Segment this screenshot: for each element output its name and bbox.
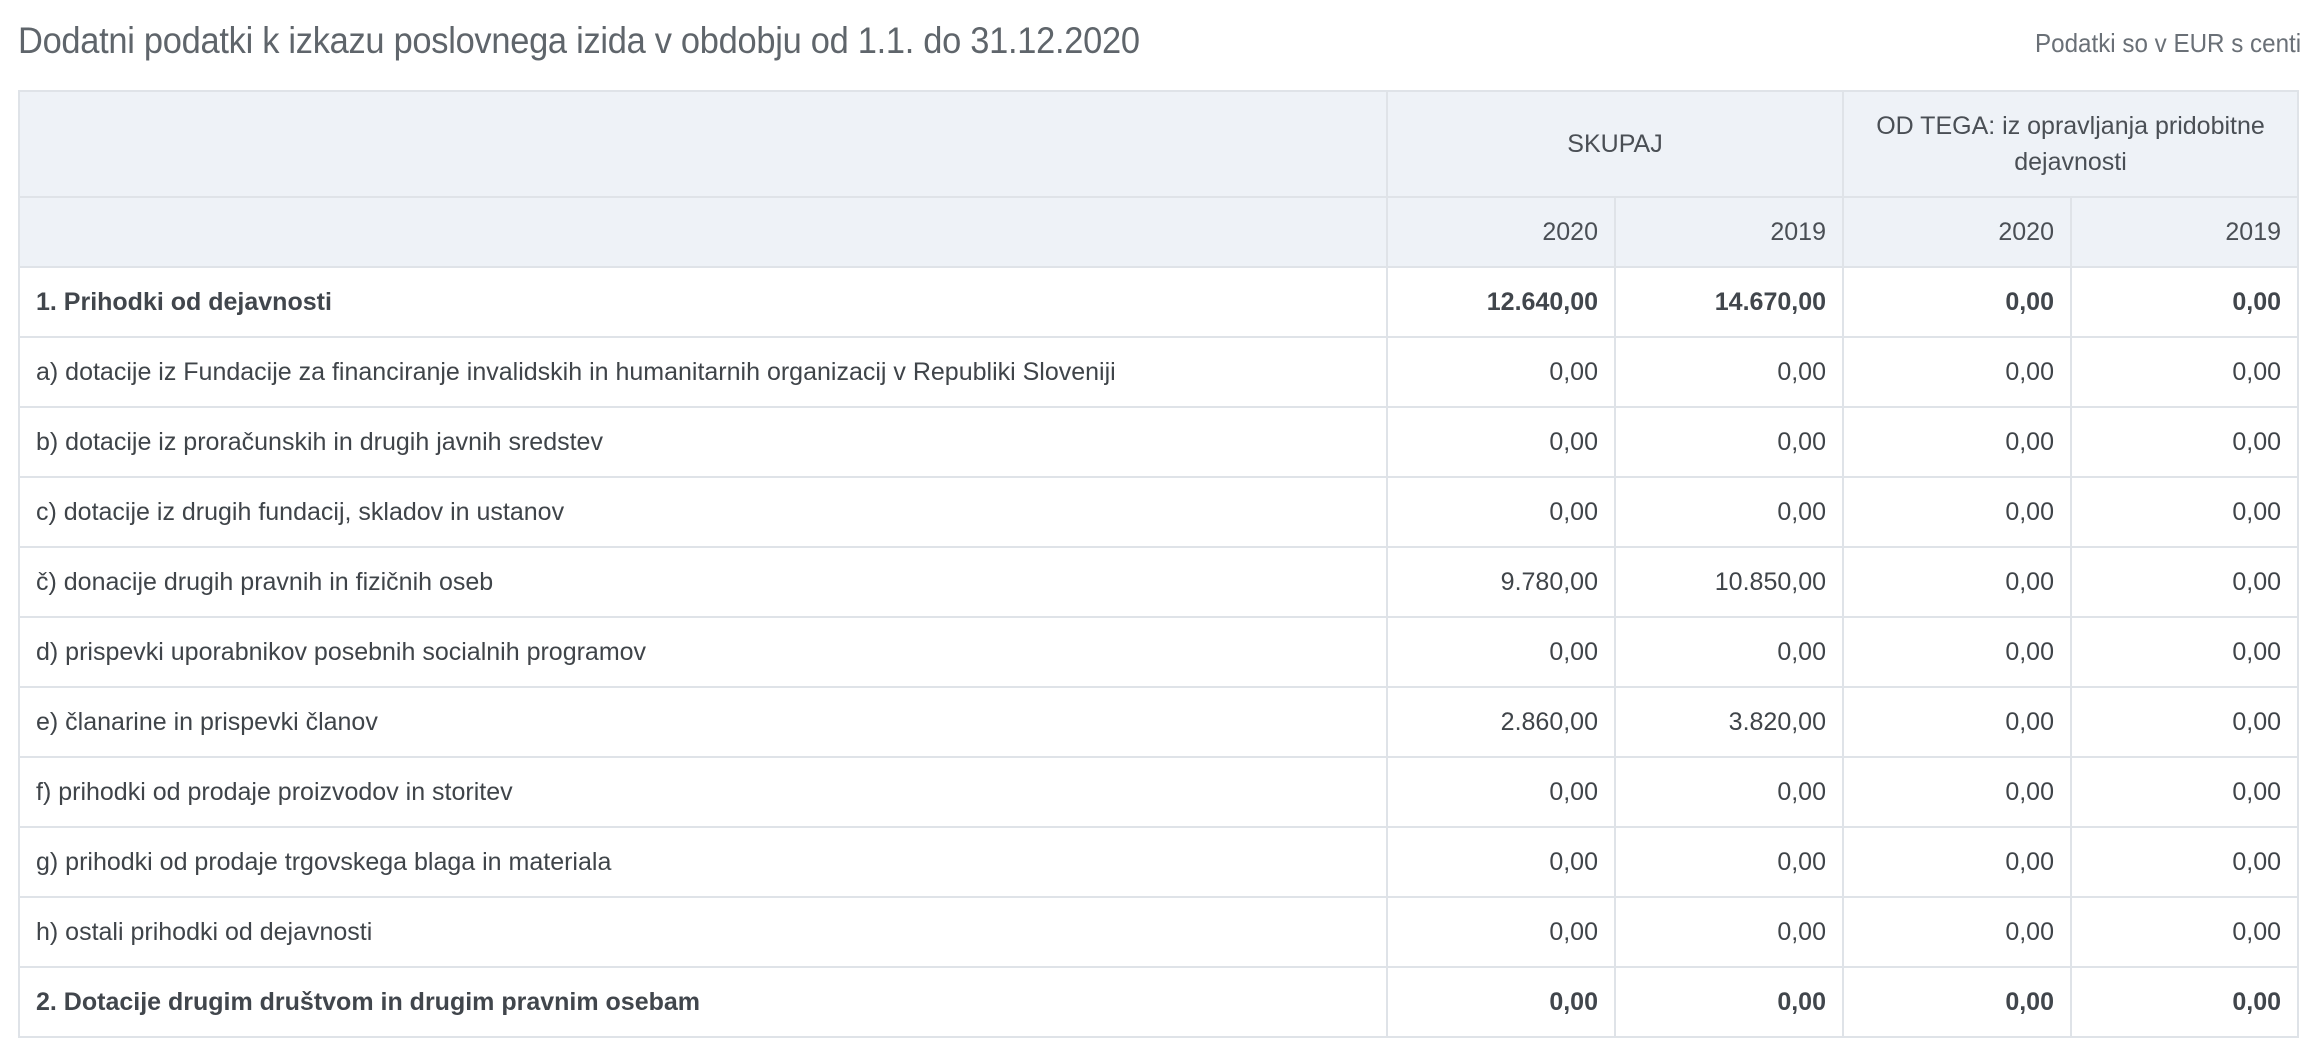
row-label: č) donacije drugih pravnih in fizičnih o… [18,546,1388,618]
row-label: f) prihodki od prodaje proizvodov in sto… [18,756,1388,828]
total-2019-cell: 0,00 [1614,966,1844,1038]
year-header-total-2020: 2020 [1386,196,1616,268]
gainful-2019-cell: 0,00 [2069,826,2300,898]
currency-unit-note: Podatki so v EUR s centi [2034,28,2301,58]
gainful-2019-cell: 0,00 [2069,406,2300,478]
gainful-2020-cell: 0,00 [1842,826,2072,898]
label-column-header [18,90,1388,198]
table-row: b) dotacije iz proračunskih in drugih ja… [18,406,2300,478]
total-2019-cell: 0,00 [1614,476,1844,548]
table-row: 1. Prihodki od dejavnosti 12.640,00 14.670… [18,266,2300,338]
total-2020-cell: 0,00 [1386,826,1616,898]
table-row: f) prihodki od prodaje proizvodov in sto… [18,756,2300,828]
table-row: 2. Dotacije drugim društvom in drugim pr… [18,966,2300,1038]
gainful-2019-cell: 0,00 [2069,686,2300,758]
total-2019-cell: 0,00 [1614,896,1844,968]
total-2019-cell: 0,00 [1614,336,1844,408]
year-header-gainful-2020: 2020 [1842,196,2072,268]
gainful-2020-cell: 0,00 [1842,406,2072,478]
row-label: h) ostali prihodki od dejavnosti [18,896,1388,968]
gainful-2020-cell: 0,00 [1842,616,2072,688]
gainful-2019-cell: 0,00 [2069,476,2300,548]
table-row: c) dotacije iz drugih fundacij, skladov … [18,476,2300,548]
group-header-row: SKUPAJ OD TEGA: iz opravljanja pridobitn… [18,90,2300,198]
gainful-2019-cell: 0,00 [2069,616,2300,688]
gainful-2019-cell: 0,00 [2069,756,2300,828]
gainful-activity-group-header: OD TEGA: iz opravljanja pridobitne dejav… [1841,90,2300,198]
year-header-total-2019: 2019 [1614,196,1844,268]
gainful-2020-cell: 0,00 [1842,686,2072,758]
row-label: g) prihodki od prodaje trgovskega blaga … [18,826,1388,898]
label-year-spacer [18,196,1388,268]
total-2020-cell: 0,00 [1386,616,1616,688]
row-label: b) dotacije iz proračunskih in drugih ja… [18,406,1388,478]
gainful-2020-cell: 0,00 [1842,966,2072,1038]
total-2019-cell: 0,00 [1614,616,1844,688]
page-header: Dodatni podatki k izkazu poslovnega izid… [18,0,2301,90]
row-label: d) prispevki uporabnikov posebnih social… [18,616,1388,688]
year-header-gainful-2019: 2019 [2069,196,2300,268]
total-2020-cell: 0,00 [1386,756,1616,828]
table-row: h) ostali prihodki od dejavnosti 0,00 0,00… [18,896,2300,968]
income-statement-table: SKUPAJ OD TEGA: iz opravljanja pridobitn… [18,90,2300,1038]
table-row: a) dotacije iz Fundacije za financiranje… [18,336,2300,408]
row-label: 1. Prihodki od dejavnosti [18,266,1388,338]
row-label: c) dotacije iz drugih fundacij, skladov … [18,476,1388,548]
gainful-2020-cell: 0,00 [1842,756,2072,828]
table-row: e) članarine in prispevki članov 2.860,00… [18,686,2300,758]
row-label: e) članarine in prispevki članov [18,686,1388,758]
total-2020-cell: 0,00 [1386,336,1616,408]
total-2019-cell: 0,00 [1614,406,1844,478]
gainful-2020-cell: 0,00 [1842,896,2072,968]
total-2019-cell: 10.850,00 [1614,546,1844,618]
total-2020-cell: 0,00 [1386,476,1616,548]
total-2020-cell: 0,00 [1386,966,1616,1038]
table-row: č) donacije drugih pravnih in fizičnih o… [18,546,2300,618]
gainful-2019-cell: 0,00 [2069,546,2300,618]
total-2020-cell: 0,00 [1386,406,1616,478]
total-2020-cell: 2.860,00 [1386,686,1616,758]
total-2020-cell: 9.780,00 [1386,546,1616,618]
year-header-row: 2020 2019 2020 2019 [18,196,2300,268]
row-label: 2. Dotacije drugim društvom in drugim pr… [18,966,1388,1038]
total-2020-cell: 12.640,00 [1386,266,1616,338]
total-2019-cell: 0,00 [1614,826,1844,898]
table-body: 1. Prihodki od dejavnosti 12.640,00 14.670… [18,266,2300,1038]
gainful-2019-cell: 0,00 [2069,896,2300,968]
gainful-2019-cell: 0,00 [2069,266,2300,338]
total-2019-cell: 3.820,00 [1614,686,1844,758]
gainful-2019-cell: 0,00 [2069,336,2300,408]
gainful-2020-cell: 0,00 [1842,546,2072,618]
total-group-header: SKUPAJ [1386,90,1844,198]
row-label: a) dotacije iz Fundacije za financiranje… [18,336,1388,408]
total-2019-cell: 0,00 [1614,756,1844,828]
total-2020-cell: 0,00 [1386,896,1616,968]
page-title: Dodatni podatki k izkazu poslovnega izid… [18,20,1140,61]
table-row: g) prihodki od prodaje trgovskega blaga … [18,826,2300,898]
gainful-2019-cell: 0,00 [2069,966,2300,1038]
total-2019-cell: 14.670,00 [1614,266,1844,338]
gainful-2020-cell: 0,00 [1842,476,2072,548]
gainful-2020-cell: 0,00 [1842,266,2072,338]
table-row: d) prispevki uporabnikov posebnih social… [18,616,2300,688]
gainful-2020-cell: 0,00 [1842,336,2072,408]
